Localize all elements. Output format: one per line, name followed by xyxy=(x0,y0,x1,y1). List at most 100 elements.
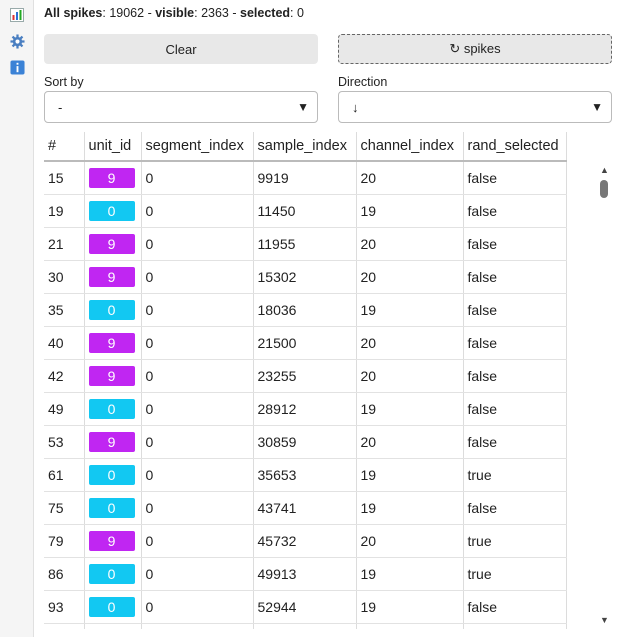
cell-sample-index: 21500 xyxy=(253,326,357,360)
cell-channel-index: 20 xyxy=(356,524,464,558)
cell-segment-index: 0 xyxy=(141,359,254,393)
cell-channel-index: 19 xyxy=(356,458,464,492)
cell-sample-index: 43741 xyxy=(253,491,357,525)
cell-rand-selected: false xyxy=(463,194,567,228)
unit-id-badge: 0 xyxy=(88,563,135,584)
cell-row-index: 40 xyxy=(44,326,85,360)
direction-label: Direction xyxy=(338,75,388,89)
table-row[interactable]: 21 9 0 11955 20 false xyxy=(44,227,567,261)
cell-sample-index xyxy=(253,623,357,629)
cell-sample-index: 23255 xyxy=(253,359,357,393)
column-header-rand-selected[interactable]: rand_selected xyxy=(463,132,567,162)
cell-unit-id: 9 xyxy=(84,161,142,195)
cell-rand-selected: true xyxy=(463,458,567,492)
cell-unit-id: 0 xyxy=(84,557,142,591)
column-header-index[interactable]: # xyxy=(44,132,85,162)
column-header-unit-id[interactable]: unit_id xyxy=(84,132,142,162)
cell-channel-index: 19 xyxy=(356,491,464,525)
unit-id-badge: 0 xyxy=(88,596,135,617)
cell-channel-index: 20 xyxy=(356,227,464,261)
cell-sample-index: 9919 xyxy=(253,161,357,195)
table-row[interactable]: 35 0 0 18036 19 false xyxy=(44,293,567,327)
cell-rand-selected: false xyxy=(463,326,567,360)
cell-channel-index: 20 xyxy=(356,161,464,195)
cell-rand-selected: false xyxy=(463,161,567,195)
table-row[interactable]: 61 0 0 35653 19 true xyxy=(44,458,567,492)
direction-select[interactable]: ↓ ▼ xyxy=(338,91,612,123)
unit-id-badge: 9 xyxy=(88,266,135,287)
table-row[interactable]: 42 9 0 23255 20 false xyxy=(44,359,567,393)
table-body: 15 9 0 9919 20 false 19 0 0 11450 19 false 21 9 0 11955… xyxy=(44,161,567,629)
cell-sample-index: 52944 xyxy=(253,590,357,624)
table-row[interactable]: 49 0 0 28912 19 false xyxy=(44,392,567,426)
all-spikes-value: 19062 xyxy=(109,6,145,20)
cell-sample-index: 28912 xyxy=(253,392,357,426)
cell-row-index: 75 xyxy=(44,491,85,525)
table-row[interactable]: 30 9 0 15302 20 false xyxy=(44,260,567,294)
direction-value: ↓ xyxy=(352,100,359,115)
cell-rand-selected: false xyxy=(463,293,567,327)
cell-channel-index: 19 xyxy=(356,293,464,327)
cell-sample-index: 45732 xyxy=(253,524,357,558)
table-row[interactable]: 86 0 0 49913 19 true xyxy=(44,557,567,591)
scrollbar-thumb[interactable] xyxy=(600,180,608,198)
table-row[interactable]: 93 0 0 52944 19 false xyxy=(44,590,567,624)
cell-rand-selected: false xyxy=(463,227,567,261)
clear-button[interactable]: Clear xyxy=(44,34,318,64)
cell-segment-index: 0 xyxy=(141,590,254,624)
cell-channel-index: 20 xyxy=(356,425,464,459)
table-row[interactable]: 19 0 0 11450 19 false xyxy=(44,194,567,228)
unit-id-badge: 0 xyxy=(88,200,135,221)
table-row[interactable]: 15 9 0 9919 20 false xyxy=(44,161,567,195)
refresh-spikes-button[interactable]: ↻ spikes xyxy=(338,34,612,64)
sort-by-select[interactable]: - ▼ xyxy=(44,91,318,123)
table-row[interactable]: 79 9 0 45732 20 true xyxy=(44,524,567,558)
cell-channel-index: 19 xyxy=(356,557,464,591)
visible-label: visible xyxy=(155,6,195,20)
cell-channel-index: 19 xyxy=(356,590,464,624)
column-header-segment-index[interactable]: segment_index xyxy=(141,132,254,162)
info-icon-graphic xyxy=(9,59,25,75)
cell-row-index: 15 xyxy=(44,161,85,195)
cell-sample-index: 18036 xyxy=(253,293,357,327)
bar-chart-icon[interactable] xyxy=(9,7,25,23)
cell-row-index: 49 xyxy=(44,392,85,426)
unit-id-badge: 9 xyxy=(88,167,135,188)
cell-sample-index: 35653 xyxy=(253,458,357,492)
unit-id-badge: 0 xyxy=(88,398,135,419)
cell-unit-id: 0 xyxy=(84,392,142,426)
cell-segment-index: 0 xyxy=(141,293,254,327)
gear-icon[interactable] xyxy=(9,33,25,49)
cell-row-index: 93 xyxy=(44,590,85,624)
cell-sample-index: 15302 xyxy=(253,260,357,294)
all-spikes-label: All spikes xyxy=(44,6,103,20)
cell-channel-index: 20 xyxy=(356,260,464,294)
cell-channel-index: 19 xyxy=(356,194,464,228)
cell-segment-index: 0 xyxy=(141,524,254,558)
cell-segment-index: 0 xyxy=(141,227,254,261)
info-icon[interactable] xyxy=(9,59,25,75)
cell-row-index: 61 xyxy=(44,458,85,492)
cell-row-index: 19 xyxy=(44,194,85,228)
selected-label: selected xyxy=(240,6,291,20)
cell-unit-id: 0 xyxy=(84,458,142,492)
spike-table-container[interactable]: # unit_id segment_index sample_index cha… xyxy=(44,132,612,629)
table-row[interactable]: 0 xyxy=(44,623,567,629)
cell-segment-index: 0 xyxy=(141,458,254,492)
scroll-up-arrow[interactable]: ▲ xyxy=(600,165,609,175)
table-row[interactable]: 40 9 0 21500 20 false xyxy=(44,326,567,360)
cell-unit-id: 0 xyxy=(84,491,142,525)
table-row[interactable]: 75 0 0 43741 19 false xyxy=(44,491,567,525)
cell-unit-id: 0 xyxy=(84,623,142,629)
unit-id-badge: 9 xyxy=(88,365,135,386)
cell-segment-index xyxy=(141,623,254,629)
column-header-sample-index[interactable]: sample_index xyxy=(253,132,357,162)
cell-unit-id: 0 xyxy=(84,293,142,327)
cell-segment-index: 0 xyxy=(141,194,254,228)
cell-unit-id: 9 xyxy=(84,326,142,360)
cell-rand-selected: false xyxy=(463,425,567,459)
cell-unit-id: 9 xyxy=(84,260,142,294)
table-row[interactable]: 53 9 0 30859 20 false xyxy=(44,425,567,459)
column-header-channel-index[interactable]: channel_index xyxy=(356,132,464,162)
scroll-down-arrow[interactable]: ▼ xyxy=(600,615,609,625)
